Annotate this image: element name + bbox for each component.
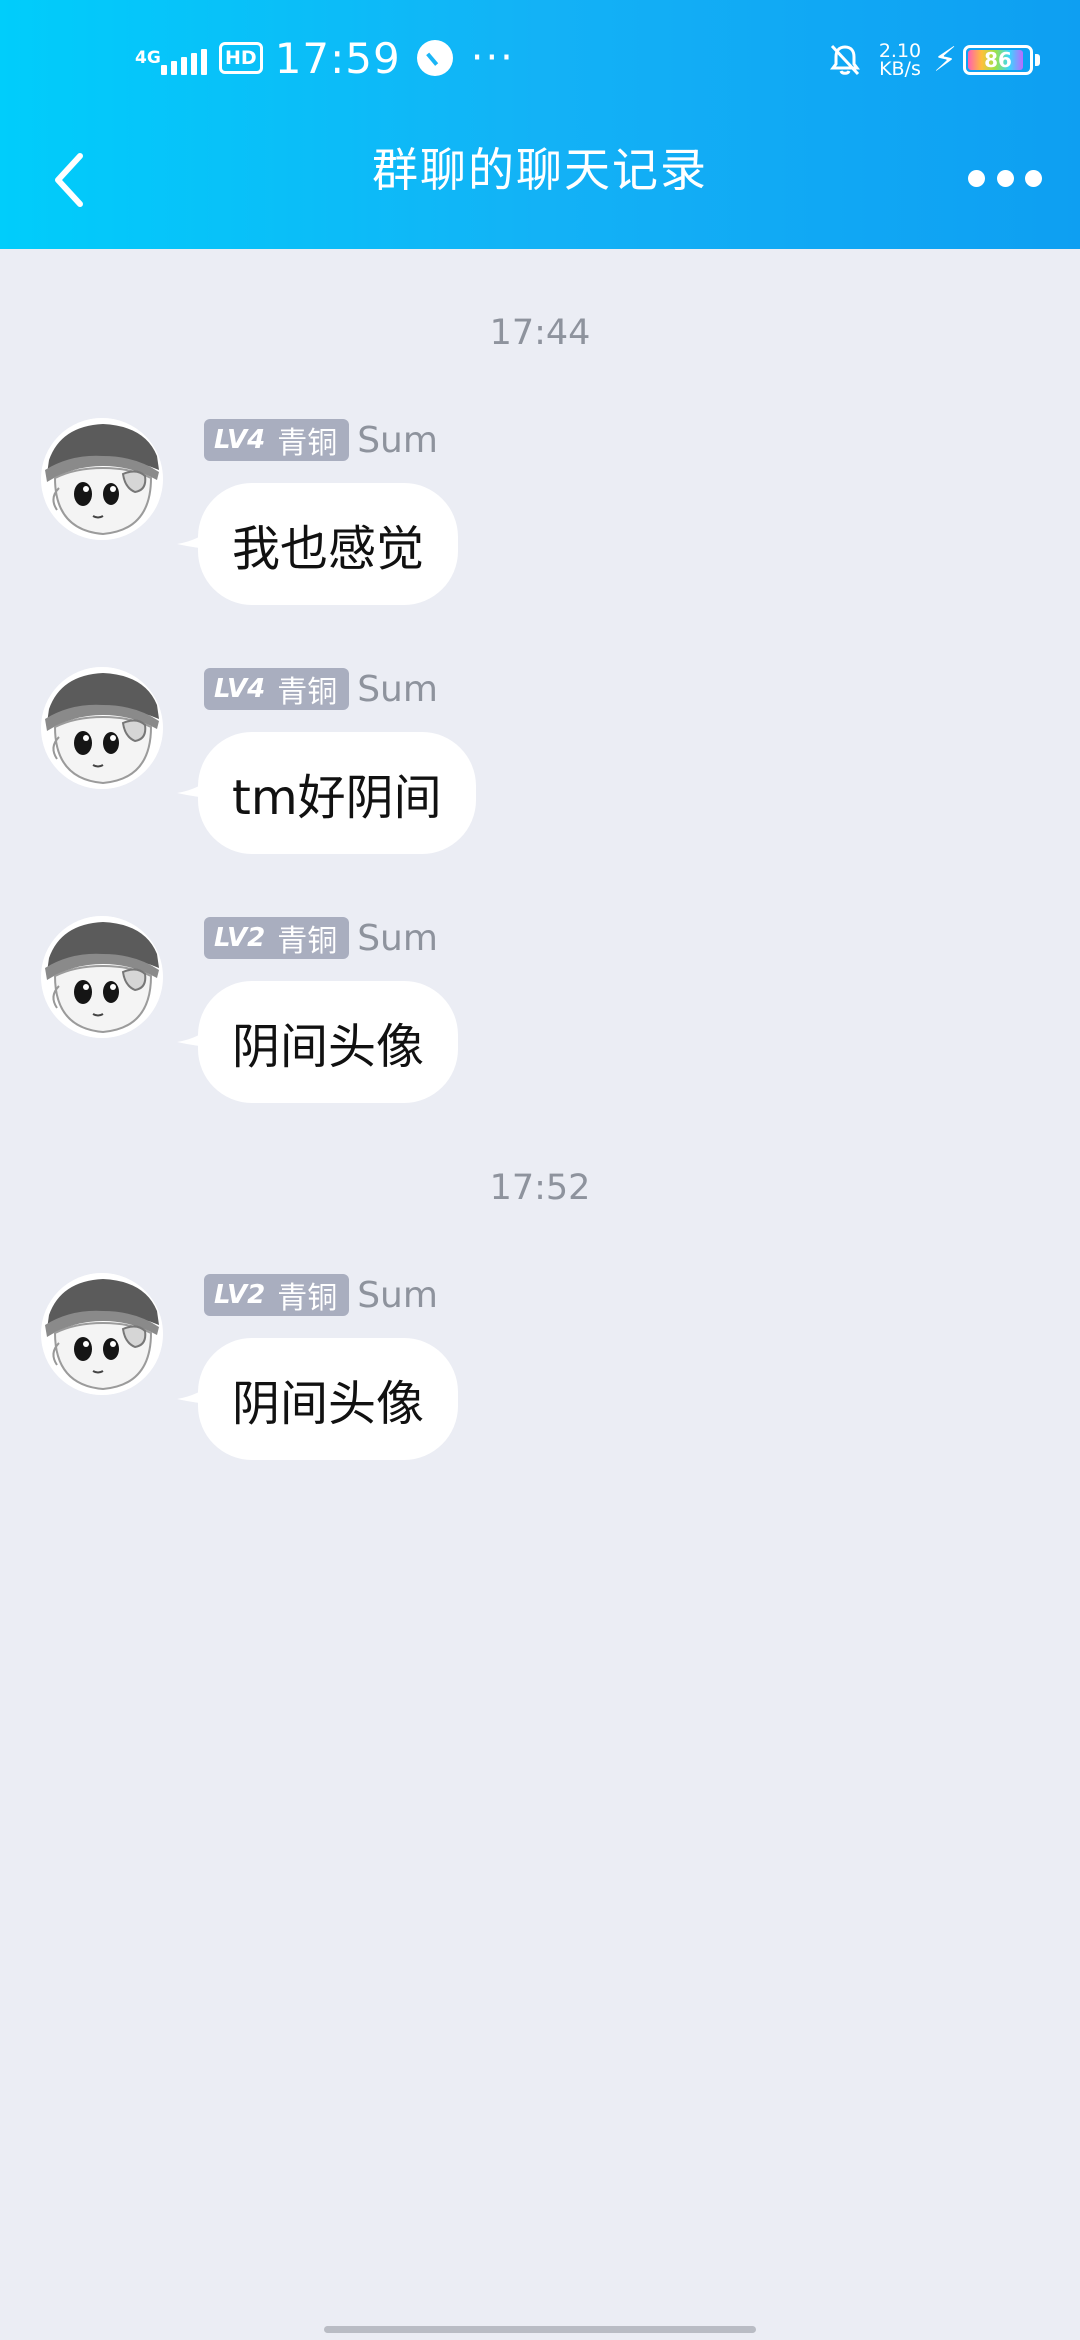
signal-icon: [161, 41, 207, 75]
sender-name[interactable]: Sum: [357, 669, 438, 710]
level-label: LV4: [214, 425, 266, 455]
rank-label: 青铜: [277, 675, 338, 710]
speed-unit: KB/s: [879, 58, 921, 80]
more-dot: [1025, 169, 1042, 187]
more-dot: [996, 169, 1014, 187]
sender-meta: LV2 青铜 Sum: [204, 1273, 438, 1317]
message-item: LV2 青铜 Sum 阴间头像: [0, 916, 1080, 1116]
timestamp: 17:44: [489, 313, 591, 353]
sender-name[interactable]: Sum: [357, 420, 438, 461]
level-label: LV2: [214, 923, 266, 953]
battery-cap: [1035, 54, 1040, 66]
network-speed: 2.10 KB/s: [879, 42, 921, 80]
sender-meta: LV4 青铜 Sum: [204, 418, 438, 462]
avatar[interactable]: [41, 667, 163, 789]
sender-meta: LV4 青铜 Sum: [204, 667, 438, 711]
hd-badge: HD: [219, 42, 263, 74]
level-badge: LV2 青铜: [204, 1274, 350, 1316]
more-notifications: ···: [470, 35, 515, 81]
message-item: LV2 青铜 Sum 阴间头像: [0, 1273, 1080, 1473]
message-bubble[interactable]: 阴间头像: [198, 1338, 459, 1460]
rank-label: 青铜: [277, 426, 338, 461]
status-bar: 4G HD 17:59 ··· 2.10 KB/s ⚡ 86: [0, 0, 1080, 118]
avatar[interactable]: [41, 418, 163, 540]
home-indicator[interactable]: [324, 2326, 756, 2333]
sender-meta: LV2 青铜 Sum: [204, 916, 438, 960]
level-label: LV2: [214, 1280, 266, 1310]
sender-name[interactable]: Sum: [357, 1275, 438, 1316]
message-bubble[interactable]: tm好阴间: [198, 732, 476, 854]
more-dots-icon: [968, 169, 985, 187]
level-label: LV4: [214, 674, 266, 704]
sender-name[interactable]: Sum: [357, 918, 438, 959]
rank-label: 青铜: [277, 1281, 338, 1316]
charging-icon: ⚡: [933, 40, 957, 80]
mute-bell-icon: [829, 44, 860, 76]
battery-icon: 86: [963, 45, 1033, 75]
header: 4G HD 17:59 ··· 2.10 KB/s ⚡ 86 群聊的聊天记录: [0, 0, 1080, 249]
battery-level: 86: [984, 48, 1012, 72]
status-right: 2.10 KB/s ⚡ 86: [827, 36, 1040, 84]
message-bubble[interactable]: 我也感觉: [198, 483, 459, 605]
nav-bar: 群聊的聊天记录: [0, 118, 1080, 249]
level-badge: LV4 青铜: [204, 668, 350, 710]
rank-label: 青铜: [277, 924, 338, 959]
message-item: LV4 青铜 Sum 我也感觉: [0, 418, 1080, 618]
avatar[interactable]: [41, 1273, 163, 1395]
level-badge: LV4 青铜: [204, 419, 350, 461]
message-bubble[interactable]: 阴间头像: [198, 981, 459, 1103]
page-title: 群聊的聊天记录: [372, 143, 708, 197]
status-time: 17:59: [274, 33, 401, 83]
avatar[interactable]: [41, 916, 163, 1038]
timestamp: 17:52: [489, 1168, 591, 1208]
app-notification-icon: [416, 40, 453, 76]
level-badge: LV2 青铜: [204, 917, 350, 959]
status-left: 4G HD 17:59 ···: [135, 30, 515, 86]
more-button[interactable]: [960, 148, 1050, 208]
message-item: LV4 青铜 Sum tm好阴间: [0, 667, 1080, 867]
